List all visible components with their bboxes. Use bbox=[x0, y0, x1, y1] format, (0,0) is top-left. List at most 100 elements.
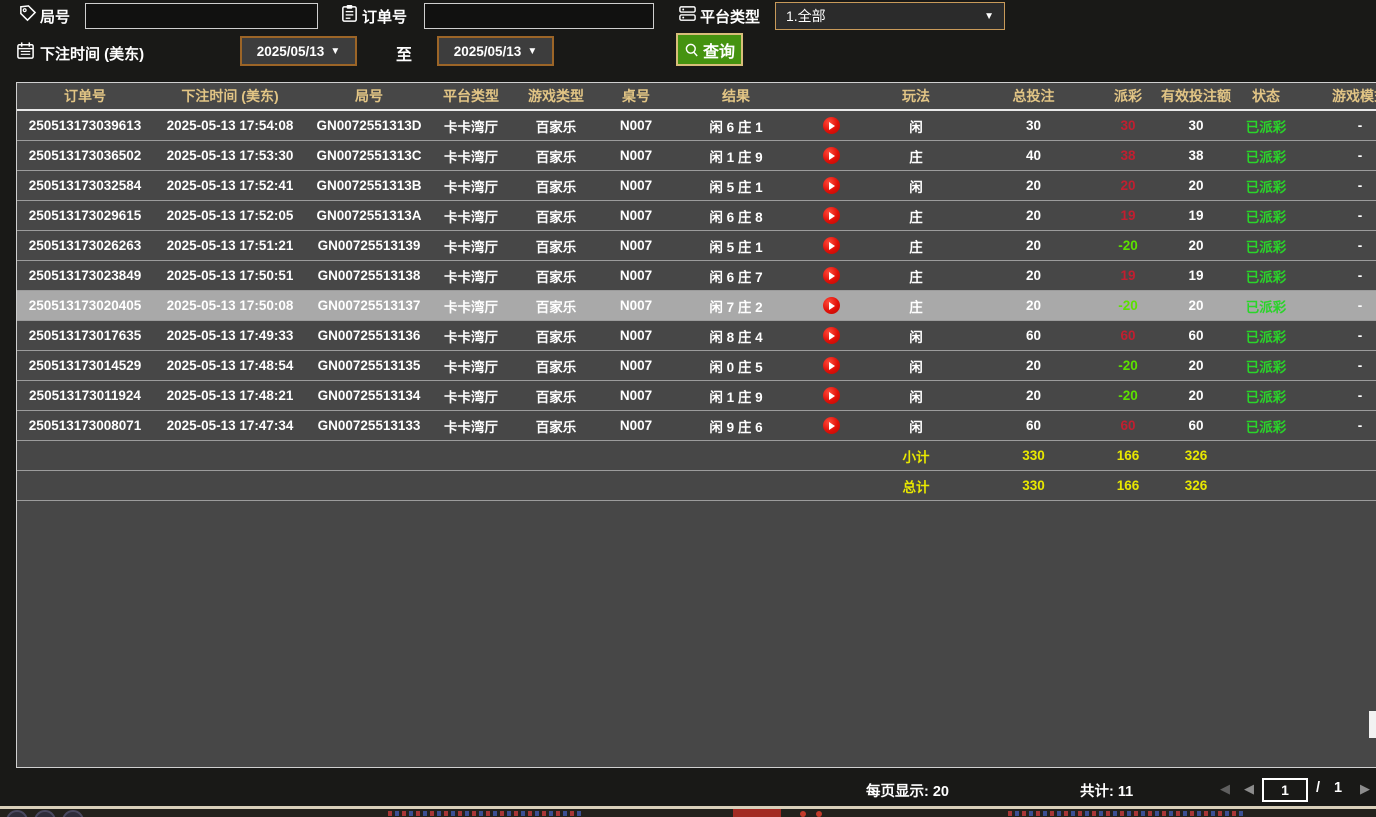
cell-table-no: N007 bbox=[601, 111, 671, 140]
cell-result: 闲 8 庄 4 bbox=[671, 321, 801, 350]
cell-game-mode: - bbox=[1300, 351, 1376, 380]
cell-total-bet: 20 bbox=[971, 291, 1096, 320]
total-row-round-no bbox=[307, 471, 431, 500]
cell-valid-bet: 20 bbox=[1160, 381, 1232, 410]
column-header: 平台类型 bbox=[431, 83, 511, 109]
play-icon[interactable] bbox=[823, 357, 840, 374]
play-icon[interactable] bbox=[823, 147, 840, 164]
play-triangle bbox=[829, 212, 835, 220]
background-page-sliver bbox=[0, 809, 1376, 817]
cell-play-type: 闲 bbox=[861, 171, 971, 200]
list-icon bbox=[678, 4, 697, 23]
cell-order-no: 250513173017635 bbox=[17, 321, 153, 350]
cell-play-type: 闲 bbox=[861, 351, 971, 380]
cell-order-no: 250513173008071 bbox=[17, 411, 153, 440]
play-icon[interactable] bbox=[823, 117, 840, 134]
table-row[interactable]: 2505131730145292025-05-13 17:48:54GN0072… bbox=[17, 351, 1376, 381]
play-icon[interactable] bbox=[823, 237, 840, 254]
play-icon[interactable] bbox=[823, 327, 840, 344]
table-row[interactable]: 2505131730262632025-05-13 17:51:21GN0072… bbox=[17, 231, 1376, 261]
order-number-input[interactable] bbox=[424, 3, 654, 29]
cell-payout: -20 bbox=[1096, 231, 1160, 260]
cell-round-no: GN00725513134 bbox=[307, 381, 431, 410]
table-row[interactable]: 2505131730396132025-05-13 17:54:08GN0072… bbox=[17, 111, 1376, 141]
decor-badge bbox=[733, 809, 781, 817]
chevron-down-icon: ▼ bbox=[984, 11, 994, 22]
cell-payout: 60 bbox=[1096, 321, 1160, 350]
cell-bet-time: 2025-05-13 17:48:21 bbox=[153, 381, 307, 410]
play-icon[interactable] bbox=[823, 267, 840, 284]
play-triangle bbox=[829, 242, 835, 250]
play-icon[interactable] bbox=[823, 417, 840, 434]
platform-type-select[interactable]: 1.全部 ▼ bbox=[775, 2, 1005, 30]
page-count: 1 bbox=[1334, 780, 1342, 796]
total-row-status bbox=[1232, 471, 1300, 500]
cell-order-no: 250513173026263 bbox=[17, 231, 153, 260]
replay-cell bbox=[801, 201, 861, 230]
total-row-valid-bet: 326 bbox=[1160, 471, 1232, 500]
date-to-value: 2025/05/13 bbox=[454, 44, 522, 59]
table-row[interactable]: 2505131730325842025-05-13 17:52:41GN0072… bbox=[17, 171, 1376, 201]
cell-valid-bet: 19 bbox=[1160, 261, 1232, 290]
total-row-table-no bbox=[601, 471, 671, 500]
subtotal-row-platform bbox=[431, 441, 511, 470]
query-button[interactable]: 查询 bbox=[676, 33, 743, 66]
table-row[interactable]: 2505131730238492025-05-13 17:50:51GN0072… bbox=[17, 261, 1376, 291]
cell-valid-bet: 19 bbox=[1160, 201, 1232, 230]
cell-game-type: 百家乐 bbox=[511, 171, 601, 200]
table-row[interactable]: 2505131730204052025-05-13 17:50:08GN0072… bbox=[17, 291, 1376, 321]
cell-payout: 38 bbox=[1096, 141, 1160, 170]
cell-valid-bet: 60 bbox=[1160, 411, 1232, 440]
play-icon[interactable] bbox=[823, 177, 840, 194]
cell-game-type: 百家乐 bbox=[511, 231, 601, 260]
cell-result: 闲 0 庄 5 bbox=[671, 351, 801, 380]
table-header-row: 订单号下注时间 (美东)局号平台类型游戏类型桌号结果玩法总投注派彩有效投注额状态… bbox=[17, 83, 1376, 111]
page-separator: / bbox=[1316, 780, 1320, 796]
cell-round-no: GN0072551313D bbox=[307, 111, 431, 140]
order-number-label: 订单号 bbox=[362, 6, 407, 27]
cell-table-no: N007 bbox=[601, 381, 671, 410]
cell-round-no: GN00725513137 bbox=[307, 291, 431, 320]
next-page-button[interactable]: ▶ bbox=[1360, 781, 1370, 797]
logo-circle bbox=[62, 810, 84, 817]
cell-platform: 卡卡湾厅 bbox=[431, 291, 511, 320]
first-page-button[interactable]: ◀ bbox=[1220, 781, 1230, 797]
cell-valid-bet: 20 bbox=[1160, 351, 1232, 380]
play-icon[interactable] bbox=[823, 207, 840, 224]
play-icon[interactable] bbox=[823, 387, 840, 404]
cell-order-no: 250513173032584 bbox=[17, 171, 153, 200]
cell-status: 已派彩 bbox=[1232, 141, 1300, 170]
cell-payout: -20 bbox=[1096, 291, 1160, 320]
cell-play-type: 庄 bbox=[861, 231, 971, 260]
prev-page-button[interactable]: ◀ bbox=[1244, 781, 1254, 797]
subtotal-row: 小计330166326 bbox=[17, 441, 1376, 471]
cell-order-no: 250513173020405 bbox=[17, 291, 153, 320]
table-row[interactable]: 2505131730080712025-05-13 17:47:34GN0072… bbox=[17, 411, 1376, 441]
cell-order-no: 250513173011924 bbox=[17, 381, 153, 410]
play-triangle bbox=[829, 362, 835, 370]
page-number-input[interactable] bbox=[1262, 778, 1308, 802]
table-row[interactable]: 2505131730365022025-05-13 17:53:30GN0072… bbox=[17, 141, 1376, 171]
chevron-down-icon: ▼ bbox=[330, 46, 340, 57]
date-to-picker[interactable]: 2025/05/13 ▼ bbox=[437, 36, 554, 66]
cell-game-type: 百家乐 bbox=[511, 261, 601, 290]
cell-status: 已派彩 bbox=[1232, 411, 1300, 440]
date-from-picker[interactable]: 2025/05/13 ▼ bbox=[240, 36, 357, 66]
table-row[interactable]: 2505131730176352025-05-13 17:49:33GN0072… bbox=[17, 321, 1376, 351]
cell-platform: 卡卡湾厅 bbox=[431, 111, 511, 140]
cell-status: 已派彩 bbox=[1232, 231, 1300, 260]
subtotal-row-valid-bet: 326 bbox=[1160, 441, 1232, 470]
subtotal-row-game-mode bbox=[1300, 441, 1376, 470]
cell-result: 闲 7 庄 2 bbox=[671, 291, 801, 320]
total-row-result bbox=[671, 471, 801, 500]
total-row-play-type: 总计 bbox=[861, 471, 971, 500]
round-number-input[interactable] bbox=[85, 3, 318, 29]
cell-game-mode: - bbox=[1300, 171, 1376, 200]
table-row[interactable]: 2505131730119242025-05-13 17:48:21GN0072… bbox=[17, 381, 1376, 411]
scrollbar-thumb[interactable] bbox=[1369, 711, 1376, 738]
total-row-game-type bbox=[511, 471, 601, 500]
cell-game-type: 百家乐 bbox=[511, 111, 601, 140]
cell-status: 已派彩 bbox=[1232, 201, 1300, 230]
table-row[interactable]: 2505131730296152025-05-13 17:52:05GN0072… bbox=[17, 201, 1376, 231]
play-icon[interactable] bbox=[823, 297, 840, 314]
